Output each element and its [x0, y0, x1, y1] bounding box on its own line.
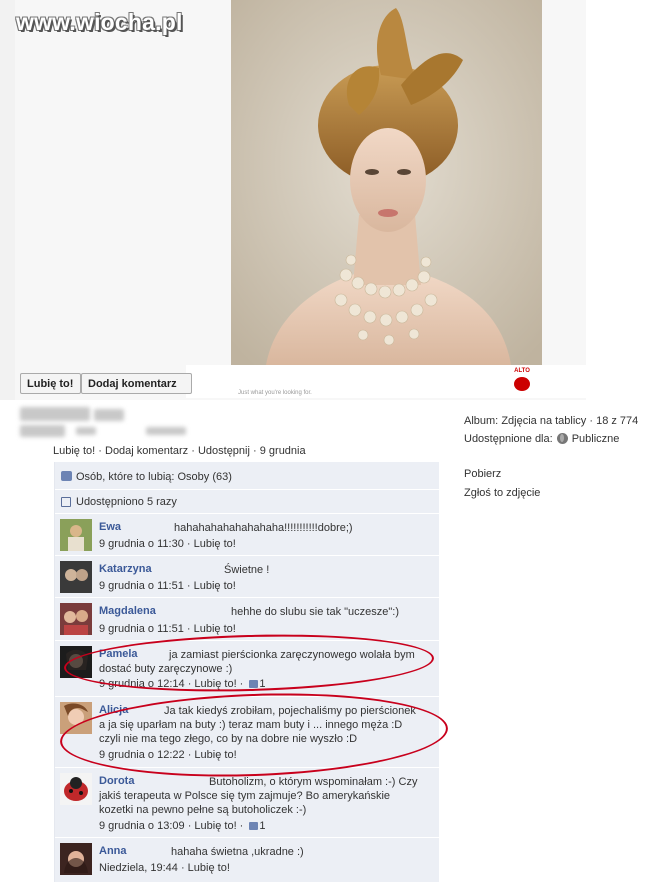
comment-meta: 9 grudnia o 11:51 · Lubię to!	[99, 580, 236, 592]
comment-author[interactable]: Ewa	[99, 521, 121, 533]
share-icon	[61, 497, 71, 507]
like-button[interactable]: Lubię to!	[20, 373, 81, 394]
album-info: Album: Zdjęcia na tablicy · 18 z 774	[464, 415, 638, 427]
avatar[interactable]	[60, 646, 92, 678]
comment-like-count[interactable]: 1	[259, 820, 265, 832]
left-strip	[0, 0, 15, 400]
separator: ·	[98, 445, 102, 457]
thumbs-up-icon	[61, 471, 72, 481]
photo-action-bar: Lubię to! · Dodaj komentarz · Udostępnij…	[53, 445, 306, 457]
add-comment-button[interactable]: Dodaj komentarz	[81, 373, 192, 394]
separator: ·	[253, 445, 257, 457]
comment-date[interactable]: 9 grudnia o 12:14	[99, 678, 185, 690]
comment-text: hahaha świetna ,ukradne :)	[171, 846, 304, 858]
likes-row-text: Osób, które to lubią: Osoby (63)	[61, 471, 232, 483]
comment-like-link[interactable]: Lubię to!	[188, 862, 230, 874]
watermark: www.wiocha.pl	[16, 9, 183, 35]
comment-date[interactable]: 9 grudnia o 13:09	[99, 820, 185, 832]
likes-count[interactable]: Osób, które to lubią: Osoby (63)	[76, 471, 232, 483]
like-count-icon	[249, 822, 259, 830]
action-share-link[interactable]: Udostępnij	[198, 445, 250, 457]
separator: ·	[191, 445, 195, 457]
comment-date[interactable]: 9 grudnia o 11:51	[99, 623, 184, 635]
action-date-link[interactable]: 9 grudnia	[260, 445, 306, 457]
comment-anna: Anna hahaha świetna ,ukradne :) Niedziel…	[55, 838, 439, 882]
action-comment-link[interactable]: Dodaj komentarz	[105, 445, 188, 457]
shared-value[interactable]: Publiczne	[572, 433, 620, 445]
comment-like-link[interactable]: Lubię to!	[194, 820, 236, 832]
comment-meta: 9 grudnia o 13:09 · Lubię to! · 1	[99, 820, 266, 832]
avatar[interactable]	[60, 702, 92, 734]
comment-text: Ja tak kiedyś zrobiłam, pojechaliśmy po …	[99, 705, 416, 745]
brand-logo: ALTO	[508, 368, 536, 394]
comment-meta: 9 grudnia o 11:51 · Lubię to!	[99, 623, 236, 635]
blurred-owner-name	[16, 405, 196, 439]
comment-like-count[interactable]: 1	[259, 678, 265, 690]
comment-like-link[interactable]: Lubię to!	[194, 678, 236, 690]
shared-label: Udostępnione dla:	[464, 433, 553, 445]
comment-author[interactable]: Anna	[99, 845, 127, 857]
comment-text: Butoholizm, o którym wspominałam :-) Czy…	[99, 776, 418, 816]
avatar[interactable]	[60, 561, 92, 593]
avatar[interactable]	[60, 773, 92, 805]
avatar[interactable]	[60, 843, 92, 875]
avatar[interactable]	[60, 519, 92, 551]
likes-row[interactable]: Osób, które to lubią: Osoby (63)	[55, 462, 439, 490]
comment-date[interactable]: 9 grudnia o 11:30	[99, 538, 184, 550]
brand-text: ALTO	[514, 368, 530, 374]
comment-text: Świetne !	[224, 564, 270, 576]
comment-author[interactable]: Katarzyna	[99, 563, 152, 575]
feedback-box: Osób, które to lubią: Osoby (63) Udostęp…	[54, 462, 439, 882]
album-label: Album:	[464, 415, 499, 427]
like-count-icon	[249, 680, 259, 688]
comment-like-link[interactable]: Lubię to!	[194, 749, 236, 761]
comment-date[interactable]: Niedziela, 19:44	[99, 862, 178, 874]
download-link[interactable]: Pobierz	[464, 468, 501, 480]
album-link[interactable]: Zdjęcia na tablicy · 18 z 774	[501, 415, 638, 427]
photo-tagline: Just what you're looking for.	[238, 390, 312, 396]
comment-like-link[interactable]: Lubię to!	[194, 538, 236, 550]
comment-text: ja zamiast pierścionka zaręczynowego wol…	[99, 649, 415, 675]
main-photo[interactable]	[231, 0, 542, 365]
comment-text: hahahahahahahahaha!!!!!!!!!!!dobre;)	[174, 522, 353, 534]
comment-magdalena: Magdalena hehhe do slubu sie tak "uczesz…	[55, 598, 439, 641]
privacy-info: Udostępnione dla: Publiczne	[464, 433, 619, 445]
comment-date[interactable]: 9 grudnia o 11:51	[99, 580, 184, 592]
comment-like-link[interactable]: Lubię to!	[194, 623, 236, 635]
comment-text: hehhe do slubu sie tak "uczesze":)	[231, 606, 400, 618]
comment-pamela: Pamela ja zamiast pierścionka zaręczynow…	[55, 641, 439, 697]
comment-meta: 9 grudnia o 12:22 · Lubię to!	[99, 749, 237, 761]
comment-ewa: Ewa hahahahahahahahaha!!!!!!!!!!!dobre;)…	[55, 514, 439, 556]
comment-author[interactable]: Magdalena	[99, 605, 156, 617]
photo-illustration	[231, 0, 542, 365]
action-like-link[interactable]: Lubię to!	[53, 445, 95, 457]
comment-katarzyna: Katarzyna Świetne ! 9 grudnia o 11:51 · …	[55, 556, 439, 598]
shares-row[interactable]: Udostępniono 5 razy	[55, 490, 439, 514]
comment-meta: Niedziela, 19:44 · Lubię to!	[99, 862, 230, 874]
comment-like-link[interactable]: Lubię to!	[194, 580, 236, 592]
comment-dorota: Dorota Butoholizm, o którym wspominałam …	[55, 768, 439, 838]
brand-swoosh-icon	[514, 377, 530, 391]
shares-count[interactable]: Udostępniono 5 razy	[76, 496, 177, 508]
comment-meta: 9 grudnia o 11:30 · Lubię to!	[99, 538, 236, 550]
comment-date[interactable]: 9 grudnia o 12:22	[99, 749, 185, 761]
comment-meta: 9 grudnia o 12:14 · Lubię to! · 1	[99, 678, 266, 690]
avatar[interactable]	[60, 603, 92, 635]
comment-alicja: Alicja Ja tak kiedyś zrobiłam, pojechali…	[55, 697, 439, 768]
report-photo-link[interactable]: Zgłoś to zdjęcie	[464, 487, 540, 499]
globe-icon	[556, 433, 568, 444]
shares-row-text: Udostępniono 5 razy	[61, 496, 177, 508]
